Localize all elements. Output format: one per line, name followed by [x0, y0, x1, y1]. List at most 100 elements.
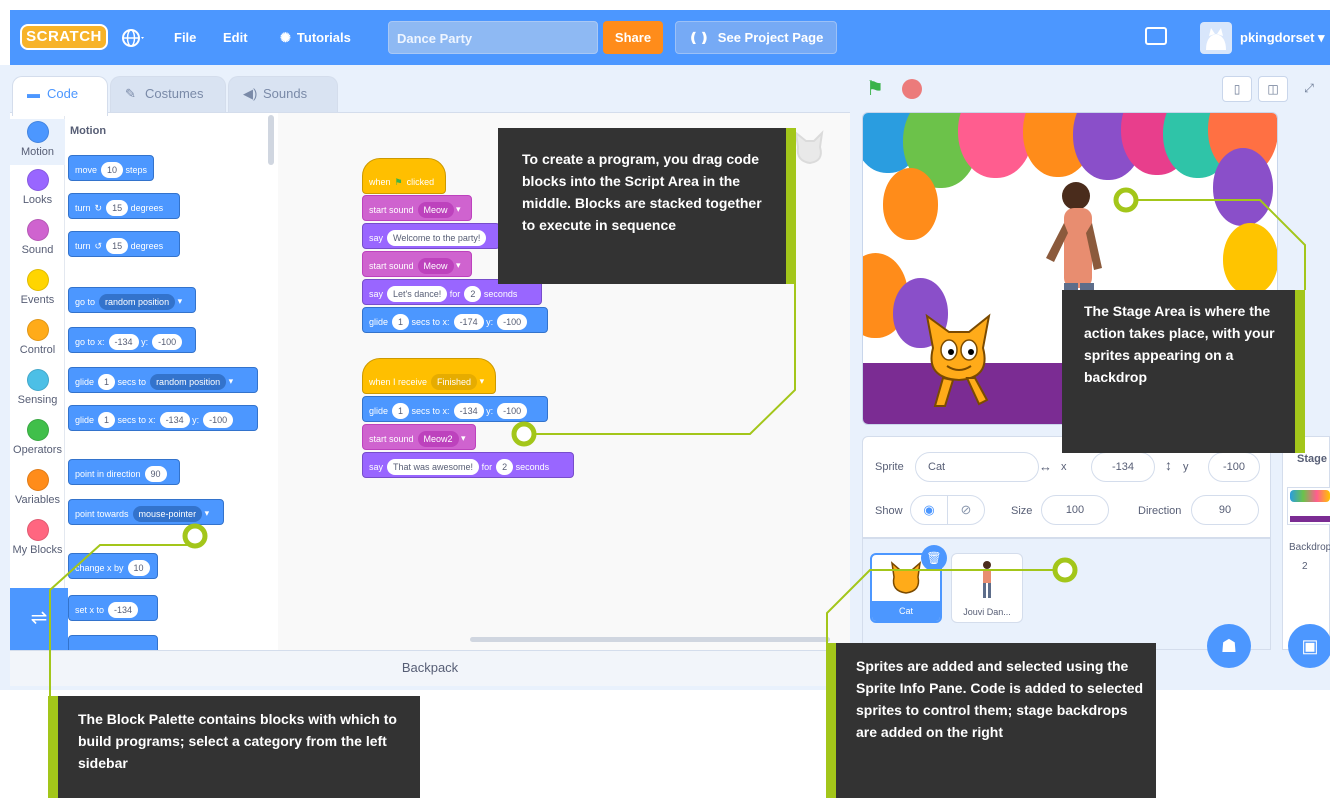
control-dot-icon [26, 319, 49, 341]
block-start-sound[interactable]: start sound Meow ▾ [362, 195, 472, 221]
block-change-y[interactable] [68, 635, 158, 650]
delete-sprite-trash-icon[interactable]: 🗑 [921, 545, 947, 571]
backdrops-count: 2 [1302, 561, 1308, 572]
stage-target-pane[interactable]: Stage Backdrop 2 [1282, 436, 1330, 650]
block-when-i-receive[interactable]: when I receive Finished ▾ [362, 358, 496, 394]
block-when-flag-clicked[interactable]: when ⚑ clicked [362, 158, 446, 194]
green-flag-icon[interactable]: ⚑ [866, 76, 884, 101]
script-horizontal-scrollbar[interactable] [470, 637, 830, 642]
see-project-page-button[interactable]: ❪❫ See Project Page [675, 21, 837, 54]
fullscreen-icon[interactable]: ⤢ [1294, 76, 1324, 102]
block-glide-xy[interactable]: glide 1 secs to x: -134 y: -100 [68, 405, 258, 431]
category-label: Variables [14, 494, 61, 506]
block-move-steps[interactable]: move 10 steps [68, 155, 154, 181]
hide-sprite-icon[interactable]: ⊘ [947, 495, 985, 525]
category-my-blocks[interactable]: My Blocks [10, 519, 65, 565]
category-variables[interactable]: Variables [10, 469, 65, 515]
backpack-bar[interactable]: Backpack [10, 650, 850, 686]
tab-code[interactable]: ▬ Code [12, 76, 108, 116]
see-project-page-label: See Project Page [717, 30, 824, 45]
block-goto-xy[interactable]: go to x: -134 y: -100 [68, 327, 196, 353]
tutorials-icon: ✺ [280, 30, 291, 45]
category-motion[interactable]: Motion [10, 119, 65, 165]
block-start-sound[interactable]: start sound Meow ▾ [362, 251, 472, 277]
stage-target-label: Stage [1297, 453, 1327, 465]
add-sprite-button[interactable]: ☗ [1207, 624, 1251, 668]
size-input[interactable]: 100 [1041, 495, 1109, 525]
block-change-x[interactable]: change x by 10 [68, 553, 158, 579]
callout-accent-bar [786, 128, 796, 284]
block-start-sound[interactable]: start sound Meow2 ▾ [362, 424, 476, 450]
events-dot-icon [26, 269, 49, 291]
block-point-direction[interactable]: point in direction 90 [68, 459, 180, 485]
share-button[interactable]: Share [603, 21, 663, 54]
tab-sounds[interactable]: ◀) Sounds [228, 76, 338, 112]
block-palette: Motion Looks Sound Events Control Sensin… [10, 112, 278, 650]
y-position-input[interactable]: -100 [1208, 452, 1260, 482]
username-menu[interactable]: pkingdorset ▾ [1240, 30, 1325, 46]
project-title-input[interactable]: Dance Party [388, 21, 598, 54]
block-say[interactable]: say Welcome to the party! [362, 223, 500, 249]
category-sensing[interactable]: Sensing [10, 369, 65, 415]
scratch-logo[interactable]: SCRATCH [20, 24, 108, 50]
category-label: Motion [20, 146, 55, 158]
block-glide-xy[interactable]: glide 1 secs to x: -174 y: -100 [362, 307, 548, 333]
add-backdrop-icon: ▣ [1301, 636, 1319, 656]
turn-left-icon: ↺ [94, 240, 103, 251]
my-stuff-folder-icon[interactable] [1145, 27, 1167, 45]
looks-dot-icon [26, 169, 49, 191]
category-looks[interactable]: Looks [10, 169, 65, 215]
x-label: x [1061, 461, 1067, 473]
operators-dot-icon [26, 419, 49, 441]
x-position-input[interactable]: -134 [1091, 452, 1155, 482]
balloon-image [1213, 148, 1273, 226]
add-extension-button[interactable]: ⇌ [10, 588, 68, 650]
category-control[interactable]: Control [10, 319, 65, 365]
category-operators[interactable]: Operators [10, 419, 65, 465]
add-sprite-cat-icon: ☗ [1220, 636, 1238, 656]
balloon-image [1223, 223, 1277, 295]
category-sidebar: Motion Looks Sound Events Control Sensin… [10, 113, 65, 650]
callout-stage-area: The Stage Area is where the action takes… [1062, 290, 1305, 453]
user-avatar[interactable] [1200, 22, 1232, 54]
sprite-name-input[interactable]: Cat [915, 452, 1039, 482]
callout-accent-bar [48, 696, 58, 798]
tab-code-label: Code [47, 86, 79, 101]
block-goto-random[interactable]: go to random position ▾ [68, 287, 196, 313]
tab-costumes-label: Costumes [145, 86, 204, 101]
sprite-tile-jouvi-dance[interactable]: Jouvi Dan... [951, 553, 1023, 623]
menu-edit[interactable]: Edit [223, 30, 248, 45]
sprite-tile-label: Cat [872, 601, 940, 621]
sensing-dot-icon [26, 369, 49, 391]
menu-tutorials[interactable]: ✺ Tutorials [280, 30, 351, 46]
category-label: Looks [22, 194, 53, 206]
category-label: Operators [13, 444, 62, 456]
dancer-thumbnail-icon [983, 561, 991, 598]
sound-dot-icon [26, 219, 49, 241]
block-turn-right[interactable]: turn ↻ 15 degrees [68, 193, 180, 219]
block-say-for-seconds[interactable]: say That was awesome! for 2 seconds [362, 452, 574, 478]
block-glide-random[interactable]: glide 1 secs to random position ▾ [68, 367, 258, 393]
category-sound[interactable]: Sound [10, 219, 65, 265]
palette-scrollbar[interactable] [268, 115, 274, 165]
tab-costumes[interactable]: ✎ Costumes [110, 76, 226, 112]
globe-icon[interactable] [120, 25, 148, 51]
show-visible-eye-icon[interactable]: ◉ [910, 495, 948, 525]
direction-input[interactable]: 90 [1191, 495, 1259, 525]
block-point-towards[interactable]: point towards mouse-pointer ▾ [68, 499, 224, 525]
callout-accent-bar [826, 643, 836, 798]
block-glide-xy[interactable]: glide 1 secs to x: -134 y: -100 [362, 396, 548, 422]
stop-icon[interactable] [902, 79, 922, 99]
direction-label: Direction [1138, 505, 1182, 517]
category-label: Events [20, 294, 55, 306]
brush-icon: ✎ [125, 86, 136, 101]
block-set-x[interactable]: set x to -134 [68, 595, 158, 621]
block-turn-left[interactable]: turn ↺ 15 degrees [68, 231, 180, 257]
category-events[interactable]: Events [10, 269, 65, 315]
small-stage-icon[interactable]: ▯ [1222, 76, 1252, 102]
large-stage-icon[interactable]: ◫ [1258, 76, 1288, 102]
menu-file[interactable]: File [174, 30, 196, 45]
add-backdrop-button[interactable]: ▣ [1288, 624, 1330, 668]
callout-accent-bar [1295, 290, 1305, 453]
category-label: My Blocks [12, 544, 63, 556]
